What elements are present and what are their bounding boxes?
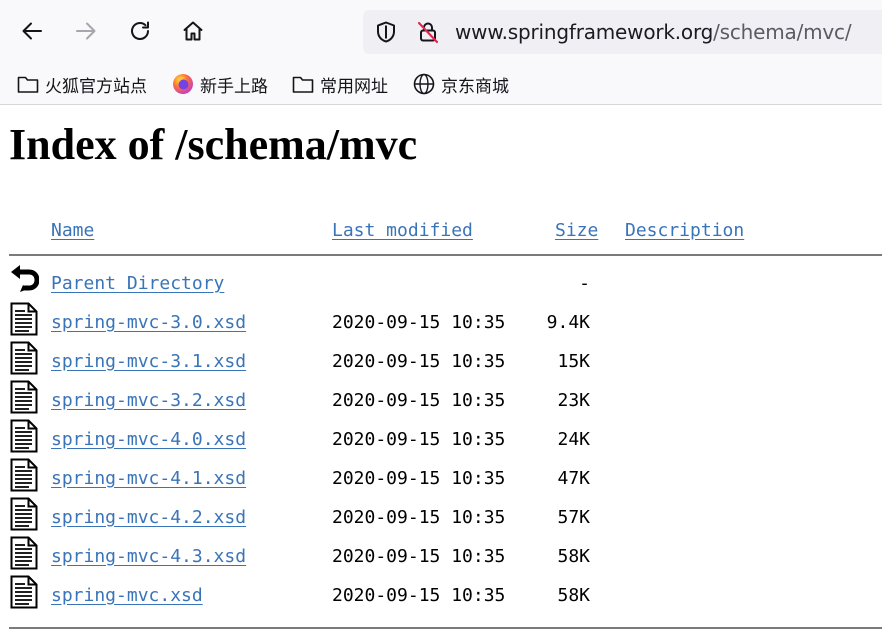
insecure-lock-icon[interactable] [416,20,440,44]
shield-icon[interactable] [374,20,398,44]
footer-divider [9,627,882,629]
file-size-value: 57K [557,507,590,528]
browser-toolbar: www.springframework.org/schema/mvc/ [0,0,882,64]
reload-button[interactable] [122,13,158,49]
file-link[interactable]: spring-mvc-4.2.xsd [51,507,246,529]
file-link[interactable]: spring-mvc-3.0.xsd [51,312,246,334]
column-header-description[interactable]: Description [625,220,744,242]
file-row: spring-mvc-4.1.xsd 2020-09-15 10:35 47K [0,458,882,507]
forward-button[interactable] [68,13,104,49]
file-row: spring-mvc-4.0.xsd 2020-09-15 10:35 24K [0,419,882,468]
file-link[interactable]: spring-mvc-3.1.xsd [51,351,246,373]
file-size-value: - [579,273,590,294]
bookmarks-toolbar: 火狐官方站点 新手上路 常用网址 京东商城 [0,64,882,105]
file-row: spring-mvc-3.0.xsd 2020-09-15 10:35 9.4K [0,302,882,351]
url-path: /schema/mvc/ [713,20,852,44]
file-row: spring-mvc-4.3.xsd 2020-09-15 10:35 58K [0,536,882,585]
file-icon [9,341,39,375]
last-modified-value: 2020-09-15 10:35 [332,312,506,333]
url-text[interactable]: www.springframework.org/schema/mvc/ [455,20,852,44]
file-link[interactable]: spring-mvc.xsd [51,585,203,607]
bookmark-label: 常用网址 [320,76,388,97]
parent-directory-link[interactable]: Parent Directory [51,273,224,295]
bookmark-common-sites[interactable]: 常用网址 [292,72,388,97]
file-size-value: 58K [557,585,590,606]
header-divider [9,254,882,256]
home-icon [183,21,203,41]
back-button[interactable] [14,13,50,49]
file-row: spring-mvc.xsd 2020-09-15 10:35 58K [0,575,882,624]
firefox-icon [172,73,194,95]
arrow-left-icon [22,22,42,40]
address-bar[interactable]: www.springframework.org/schema/mvc/ [363,10,882,54]
folder-icon [17,73,39,95]
last-modified-value: 2020-09-15 10:35 [332,546,506,567]
bookmark-getting-started[interactable]: 新手上路 [172,72,268,97]
last-modified-value: 2020-09-15 10:35 [332,390,506,411]
file-size-value: 58K [557,546,590,567]
file-icon [9,458,39,492]
globe-icon [413,73,435,95]
bookmark-label: 京东商城 [441,76,509,97]
file-size-value: 47K [557,468,590,489]
reload-icon [131,21,149,40]
file-link[interactable]: spring-mvc-4.1.xsd [51,468,246,490]
file-icon [9,302,39,336]
file-size-value: 15K [557,351,590,372]
file-icon [9,575,39,609]
column-header-last-modified[interactable]: Last modified [332,220,473,242]
column-header-name[interactable]: Name [51,220,94,242]
folder-icon [292,73,314,95]
last-modified-value: 2020-09-15 10:35 [332,507,506,528]
file-icon [9,497,39,531]
bookmark-label: 火狐官方站点 [45,76,147,97]
back-arrow-icon [9,263,40,297]
url-domain: www.springframework.org [455,20,714,44]
file-link[interactable]: spring-mvc-4.3.xsd [51,546,246,568]
file-row: spring-mvc-3.2.xsd 2020-09-15 10:35 23K [0,380,882,429]
file-size-value: 9.4K [546,312,590,333]
arrow-right-icon [76,22,96,40]
file-icon [9,419,39,453]
last-modified-value: 2020-09-15 10:35 [332,468,506,489]
file-link[interactable]: spring-mvc-3.2.xsd [51,390,246,412]
last-modified-value: 2020-09-15 10:35 [332,351,506,372]
file-icon [9,536,39,570]
bookmark-firefox-official[interactable]: 火狐官方站点 [17,72,147,97]
bookmark-jd-mall[interactable]: 京东商城 [413,72,509,97]
bookmark-label: 新手上路 [200,76,268,97]
last-modified-value: 2020-09-15 10:35 [332,585,506,606]
last-modified-value: 2020-09-15 10:35 [332,429,506,450]
home-button[interactable] [175,13,211,49]
parent-directory-row: Parent Directory - [0,265,882,312]
file-row: spring-mvc-3.1.xsd 2020-09-15 10:35 15K [0,341,882,390]
file-size-value: 23K [557,390,590,411]
file-size-value: 24K [557,429,590,450]
file-row: spring-mvc-4.2.xsd 2020-09-15 10:35 57K [0,497,882,546]
file-link[interactable]: spring-mvc-4.0.xsd [51,429,246,451]
column-header-size[interactable]: Size [555,220,598,242]
page-title: Index of /schema/mvc [9,120,418,169]
file-icon [9,380,39,414]
